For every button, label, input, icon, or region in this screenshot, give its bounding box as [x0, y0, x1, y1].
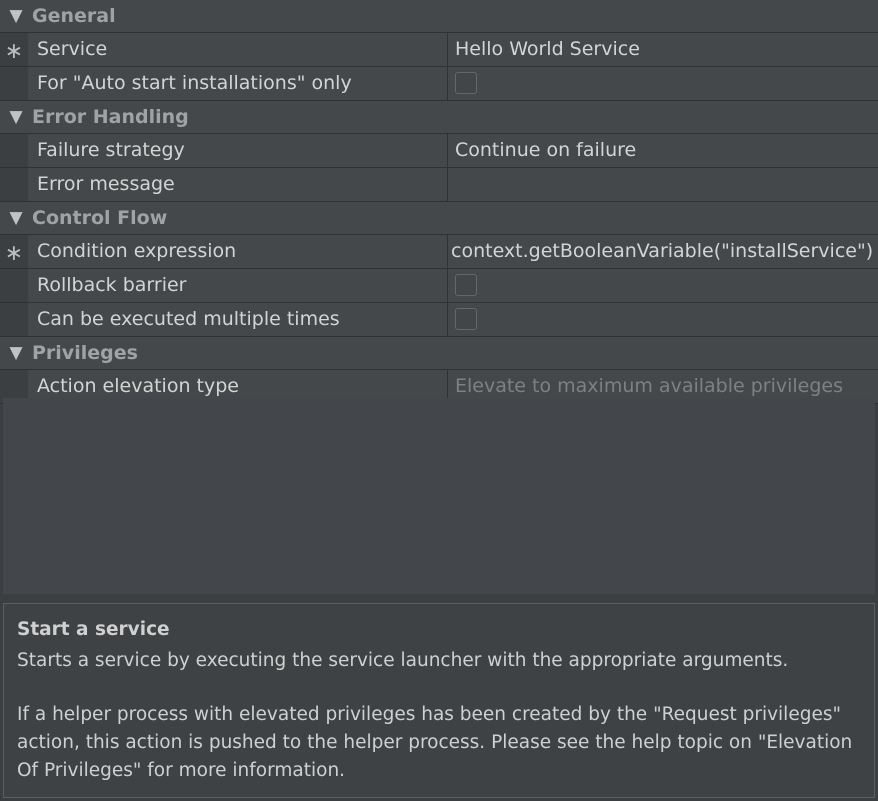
property-row-multiple[interactable]: Can be executed multiple times — [0, 303, 878, 337]
required-asterisk-icon: ∗ — [0, 235, 28, 268]
help-text: If a helper process with elevated privil… — [17, 704, 841, 725]
section-error-handling[interactable]: ▼ Error Handling — [0, 101, 878, 134]
property-label: For "Auto start installations" only — [28, 67, 448, 100]
property-row-failure-strategy[interactable]: Failure strategy Continue on failure — [0, 134, 878, 168]
section-general[interactable]: ▼ General — [0, 0, 878, 33]
section-title: Error Handling — [32, 106, 189, 128]
property-sheet-empty-area — [3, 398, 875, 594]
property-label: Can be executed multiple times — [28, 303, 448, 336]
help-title: Start a service — [17, 619, 170, 640]
collapse-triangle-icon[interactable]: ▼ — [0, 107, 32, 127]
section-privileges[interactable]: ▼ Privileges — [0, 337, 878, 370]
property-row-error-message[interactable]: Error message — [0, 168, 878, 202]
property-label: Rollback barrier — [28, 269, 448, 302]
service-value[interactable]: Hello World Service — [448, 33, 878, 66]
rollback-barrier-checkbox[interactable] — [455, 274, 477, 296]
section-control-flow[interactable]: ▼ Control Flow — [0, 202, 878, 235]
property-label: Service — [28, 33, 448, 66]
property-row-service[interactable]: ∗ Service Hello World Service — [0, 33, 878, 67]
help-panel: Start a service Starts a service by exec… — [3, 603, 875, 798]
section-title: General — [32, 5, 116, 27]
section-title: Control Flow — [32, 207, 168, 229]
collapse-triangle-icon[interactable]: ▼ — [0, 6, 32, 26]
collapse-triangle-icon[interactable]: ▼ — [0, 208, 32, 228]
multiple-times-checkbox[interactable] — [455, 308, 477, 330]
error-message-value[interactable] — [448, 168, 878, 201]
property-row-condition[interactable]: ∗ Condition expression context.getBoolea… — [0, 235, 878, 269]
help-text: action, this action is pushed to the hel… — [17, 732, 853, 753]
auto-start-checkbox[interactable] — [455, 72, 477, 94]
required-asterisk-icon: ∗ — [0, 33, 28, 66]
collapse-triangle-icon[interactable]: ▼ — [0, 343, 32, 363]
property-row-auto-start[interactable]: For "Auto start installations" only — [0, 67, 878, 101]
property-row-rollback[interactable]: Rollback barrier — [0, 269, 878, 303]
help-text: Starts a service by executing the servic… — [17, 650, 789, 671]
help-text: Of Privileges" for more information. — [17, 760, 346, 781]
failure-strategy-value[interactable]: Continue on failure — [448, 134, 878, 167]
section-title: Privileges — [32, 342, 138, 364]
condition-expression-value[interactable]: context.getBooleanVariable("installServi… — [448, 235, 878, 268]
property-label: Condition expression — [28, 235, 448, 268]
property-label: Failure strategy — [28, 134, 448, 167]
property-label: Error message — [28, 168, 448, 201]
